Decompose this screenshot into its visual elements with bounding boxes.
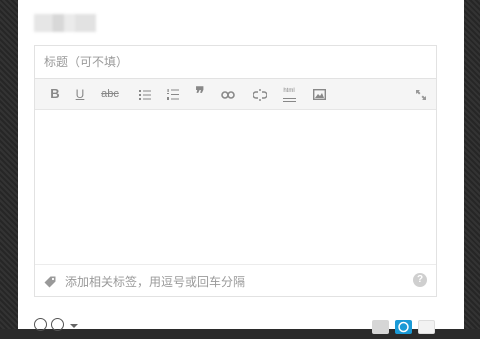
more-button[interactable] — [418, 320, 435, 334]
publish-button[interactable] — [395, 320, 412, 334]
html-label: html — [283, 88, 295, 94]
title-input[interactable] — [35, 46, 436, 79]
editor-toolbar: B U abc ❞ html — [35, 79, 436, 110]
permission-icon[interactable] — [34, 318, 47, 331]
numbered-list-icon[interactable] — [165, 79, 181, 109]
user-name-blurred — [34, 14, 96, 32]
link-icon[interactable] — [219, 79, 237, 109]
compose-panel: B U abc ❞ html — [18, 0, 464, 334]
underline-button[interactable]: U — [73, 79, 87, 109]
bold-button[interactable]: B — [48, 79, 62, 109]
background-pattern-right — [464, 0, 480, 329]
editor: B U abc ❞ html — [34, 45, 437, 297]
blockquote-button[interactable]: ❞ — [192, 79, 208, 109]
copyright-icon[interactable] — [51, 318, 64, 331]
tag-input-bar[interactable]: 添加相关标签，用逗号或回车分隔 ? — [35, 264, 436, 296]
image-icon[interactable] — [311, 79, 327, 109]
tag-icon — [44, 275, 56, 293]
draft-button[interactable] — [372, 320, 389, 334]
html-button[interactable]: html — [280, 85, 298, 103]
help-icon[interactable]: ? — [413, 273, 427, 287]
fullscreen-icon[interactable] — [414, 79, 428, 109]
strikethrough-button[interactable]: abc — [98, 79, 122, 109]
bullet-list-icon[interactable] — [137, 79, 153, 109]
editor-content-area[interactable] — [35, 110, 436, 265]
tag-input-placeholder: 添加相关标签，用逗号或回车分隔 — [65, 275, 246, 289]
chevron-down-icon[interactable] — [70, 324, 78, 328]
unlink-icon[interactable] — [251, 79, 269, 109]
background-pattern-left — [0, 0, 18, 329]
